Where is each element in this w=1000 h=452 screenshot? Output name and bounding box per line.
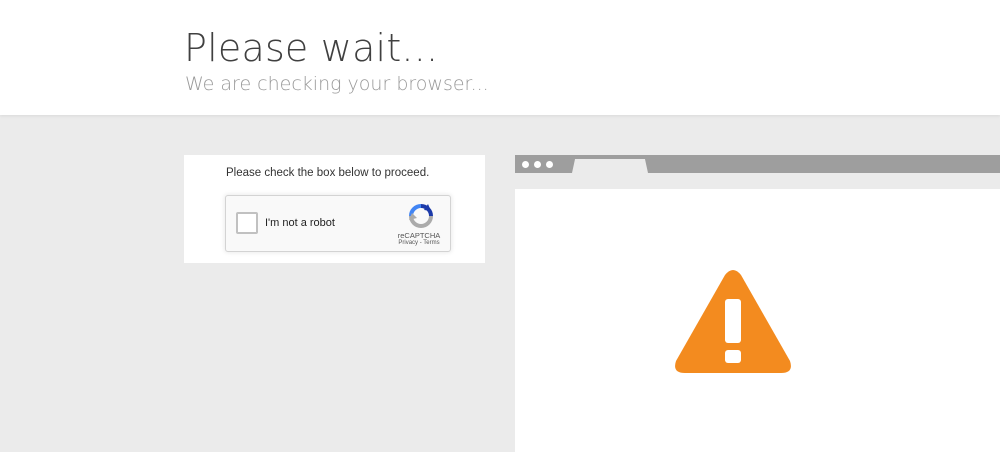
captcha-instruction: Please check the box below to proceed. xyxy=(226,167,430,179)
page-header: Please wait... We are checking your brow… xyxy=(0,0,1000,115)
recaptcha-logo-icon xyxy=(409,204,433,228)
terms-link[interactable]: Terms xyxy=(423,240,439,246)
browser-content xyxy=(515,189,1000,452)
captcha-panel: Please check the box below to proceed. I… xyxy=(184,155,485,263)
page-subtitle: We are checking your browser... xyxy=(185,73,489,95)
recaptcha-links: Privacy - Terms xyxy=(389,240,449,246)
window-dot-icon xyxy=(534,161,541,168)
privacy-link[interactable]: Privacy xyxy=(398,240,418,246)
recaptcha-checkbox[interactable] xyxy=(236,212,258,234)
browser-tab xyxy=(572,159,648,173)
recaptcha-checkbox-label[interactable]: I'm not a robot xyxy=(265,217,335,229)
page-title: Please wait... xyxy=(184,26,439,70)
browser-toolbar xyxy=(515,173,1000,189)
window-dot-icon xyxy=(522,161,529,168)
browser-titlebar xyxy=(515,155,1000,173)
recaptcha-widget[interactable]: I'm not a robot reCAPTCHA Privacy - Term… xyxy=(225,195,451,252)
warning-icon xyxy=(675,270,791,373)
recaptcha-brand-label: reCAPTCHA xyxy=(397,231,441,240)
window-dot-icon xyxy=(546,161,553,168)
browser-illustration xyxy=(515,155,1000,452)
